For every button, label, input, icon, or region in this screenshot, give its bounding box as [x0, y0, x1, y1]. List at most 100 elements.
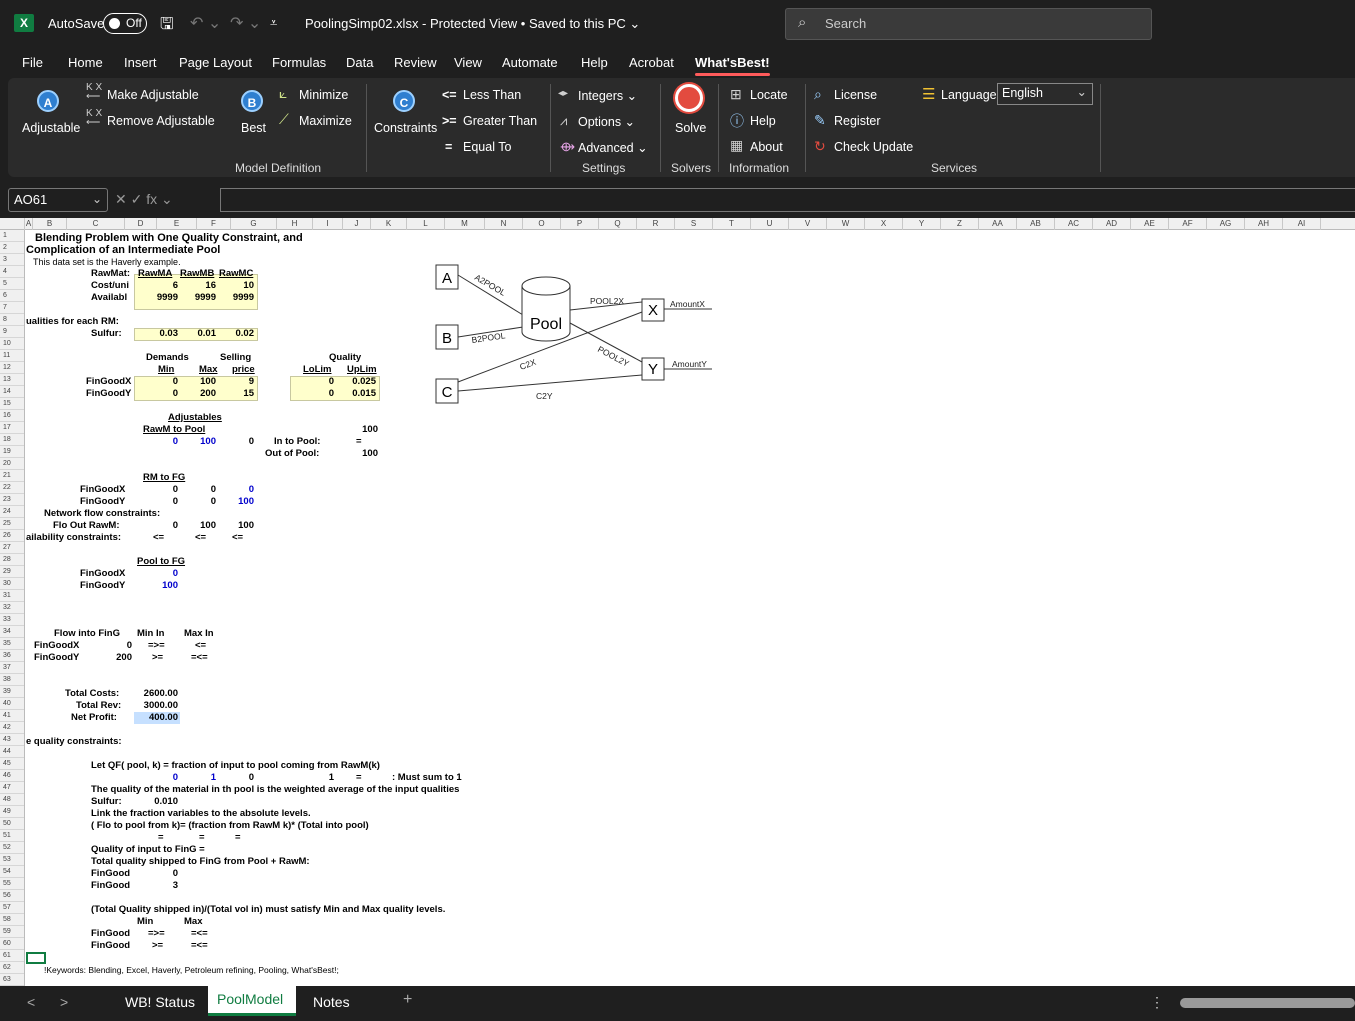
cell[interactable]: RawMC	[219, 268, 253, 280]
row-header[interactable]: 55	[0, 878, 24, 890]
cell[interactable]: 200	[96, 652, 132, 664]
cell[interactable]: 0.03	[138, 328, 179, 340]
cell[interactable]: Out of Pool:	[265, 448, 319, 460]
column-header[interactable]: I	[313, 218, 343, 230]
constraints-button[interactable]: Constraints	[374, 121, 437, 135]
cell[interactable]: Flow into FinG	[54, 628, 120, 640]
cell[interactable]: 0	[138, 868, 178, 880]
row-header[interactable]: 41	[0, 710, 24, 722]
row-header[interactable]: 45	[0, 758, 24, 770]
tab-automate[interactable]: Automate	[502, 55, 558, 70]
best-button[interactable]: Best	[241, 121, 266, 135]
row-header[interactable]: 54	[0, 866, 24, 878]
cell[interactable]: FinGoodY	[80, 496, 125, 508]
row-header[interactable]: 16	[0, 410, 24, 422]
cell[interactable]: price	[232, 364, 255, 376]
row-header[interactable]: 38	[0, 674, 24, 686]
column-header[interactable]: H	[277, 218, 313, 230]
column-header[interactable]: P	[561, 218, 599, 230]
row-header[interactable]: 26	[0, 530, 24, 542]
adjustable-button[interactable]: Adjustable	[22, 121, 80, 135]
cell[interactable]: FinGoodX	[80, 568, 125, 580]
row-header[interactable]: 28	[0, 554, 24, 566]
cell[interactable]: 0	[178, 484, 216, 496]
cell[interactable]: Network flow constraints:	[44, 508, 160, 520]
column-header[interactable]: AA	[979, 218, 1017, 230]
cell[interactable]: >=	[152, 940, 163, 952]
check-update-button[interactable]: Check Update	[834, 140, 913, 154]
column-header[interactable]: C	[67, 218, 125, 230]
cell[interactable]: 0	[138, 496, 178, 508]
remove-adjustable-button[interactable]: Remove Adjustable	[107, 114, 215, 128]
search-input[interactable]: Search	[825, 16, 866, 31]
cell[interactable]: Link the fraction variables to the absol…	[91, 808, 311, 820]
cell-subtitle[interactable]: This data set is the Haverly example.	[33, 256, 181, 268]
tab-scroll-next[interactable]: >	[60, 994, 68, 1010]
row-header[interactable]: 63	[0, 974, 24, 986]
cell[interactable]: 0	[138, 388, 178, 400]
cell[interactable]: Quality of input to FinG =	[91, 844, 205, 856]
row-header[interactable]: 7	[0, 302, 24, 314]
cell[interactable]: =	[158, 832, 164, 844]
solve-button[interactable]: Solve	[675, 121, 706, 135]
row-header[interactable]: 40	[0, 698, 24, 710]
column-header[interactable]: Z	[941, 218, 979, 230]
row-header[interactable]: 49	[0, 806, 24, 818]
cell[interactable]: 15	[216, 388, 254, 400]
cell[interactable]: 9	[216, 376, 254, 388]
row-header[interactable]: 30	[0, 578, 24, 590]
cell[interactable]: !Keywords: Blending, Excel, Haverly, Pet…	[44, 964, 339, 976]
row-header[interactable]: 17	[0, 422, 24, 434]
make-adjustable-button[interactable]: Make Adjustable	[107, 88, 199, 102]
column-header[interactable]: AE	[1131, 218, 1169, 230]
sheet-tab-wb-status[interactable]: WB! Status	[125, 994, 195, 1010]
row-header[interactable]: 23	[0, 494, 24, 506]
cell[interactable]: 3	[138, 880, 178, 892]
column-header[interactable]: N	[485, 218, 523, 230]
cell[interactable]: Availabl	[91, 292, 127, 304]
cell[interactable]: 3000.00	[134, 700, 178, 712]
less-than-button[interactable]: Less Than	[463, 88, 521, 102]
cell[interactable]: 0	[294, 376, 334, 388]
column-header[interactable]: AF	[1169, 218, 1207, 230]
cell[interactable]: ( Flo to pool from k)= (fraction from Ra…	[91, 820, 369, 832]
cell[interactable]: LoLim	[303, 364, 332, 376]
cell[interactable]: Total quality shipped to FinG from Pool …	[91, 856, 310, 868]
cell[interactable]: Max	[184, 916, 202, 928]
maximize-button[interactable]: Maximize	[299, 114, 352, 128]
row-header[interactable]: 37	[0, 662, 24, 674]
row-header[interactable]: 62	[0, 962, 24, 974]
row-header[interactable]: 46	[0, 770, 24, 782]
cell[interactable]: <=	[153, 532, 164, 544]
cell[interactable]: 0.015	[336, 388, 376, 400]
row-header[interactable]: 6	[0, 290, 24, 302]
row-header[interactable]: 36	[0, 650, 24, 662]
row-header[interactable]: 10	[0, 338, 24, 350]
cell[interactable]: RawMA	[138, 268, 172, 280]
row-header[interactable]: 24	[0, 506, 24, 518]
tab-page-layout[interactable]: Page Layout	[179, 55, 252, 70]
more-options-icon[interactable]: ⋮	[1150, 994, 1164, 1011]
cell[interactable]: FinGood	[91, 880, 130, 892]
row-header[interactable]: 32	[0, 602, 24, 614]
cell[interactable]: FinGoodX	[86, 376, 134, 388]
cell[interactable]: ailability constraints:	[26, 532, 121, 544]
cell[interactable]: Min In	[137, 628, 164, 640]
cell[interactable]: Max In	[184, 628, 214, 640]
cell[interactable]: 100	[138, 580, 178, 592]
row-header[interactable]: 12	[0, 362, 24, 374]
redo-icon[interactable]: ↷ ⌄	[230, 13, 261, 33]
cell[interactable]: 9999	[178, 292, 216, 304]
advanced-dropdown[interactable]: Advanced ⌄	[578, 140, 648, 155]
cell[interactable]: 0	[294, 388, 334, 400]
cell[interactable]: Flo Out RawM:	[53, 520, 120, 532]
row-header[interactable]: 18	[0, 434, 24, 446]
column-header[interactable]: W	[827, 218, 865, 230]
formula-input[interactable]	[220, 188, 1355, 212]
column-header[interactable]: J	[343, 218, 371, 230]
cell[interactable]: <=	[195, 532, 206, 544]
column-header[interactable]: F	[197, 218, 231, 230]
row-header[interactable]: 44	[0, 746, 24, 758]
fx-icon[interactable]: ✕ ✓ fx ⌄	[115, 191, 173, 208]
column-header[interactable]: AB	[1017, 218, 1055, 230]
